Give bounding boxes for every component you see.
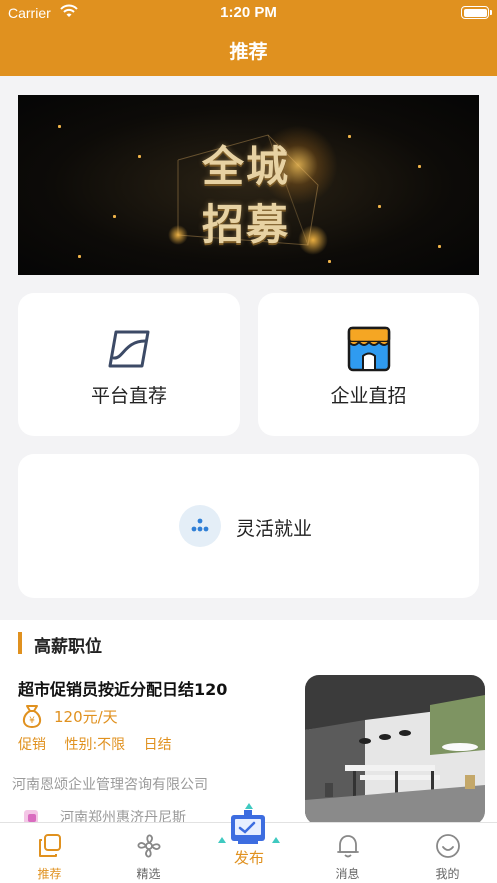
banner-headline-line1: 全城 <box>201 142 290 191</box>
job-tag: 性别:不限 <box>64 737 126 753</box>
flower-icon <box>137 834 161 858</box>
flexible-employment-card[interactable]: 灵活就业 <box>18 454 479 598</box>
section-title: 高薪职位 <box>34 637 102 657</box>
svg-text:¥: ¥ <box>29 716 35 726</box>
enterprise-direct-label: 企业直招 <box>330 385 407 407</box>
job-address: 河南郑州惠济丹尼斯 <box>60 810 186 822</box>
tab-recommend[interactable]: 推荐 <box>0 823 99 883</box>
tab-messages[interactable]: 消息 <box>298 823 397 883</box>
job-tags: 促销 性别:不限 日结 <box>18 734 186 754</box>
recruit-banner[interactable]: 全城 招募 <box>18 95 479 275</box>
smile-icon <box>436 834 460 858</box>
section-accent-bar <box>18 632 22 654</box>
company-name: 河南恩颂企业管理咨询有限公司 <box>12 777 208 793</box>
bell-icon <box>337 835 359 858</box>
tab-label: 推荐 <box>37 867 62 881</box>
platform-recommend-label: 平台直荐 <box>90 385 167 407</box>
job-photo <box>305 675 485 822</box>
tab-label: 我的 <box>435 867 460 881</box>
job-tag: 日结 <box>143 737 172 753</box>
clock-time: 1:20 PM <box>220 4 277 21</box>
tab-label: 消息 <box>335 867 360 881</box>
flexible-employment-icon <box>179 505 221 547</box>
recommend-icon <box>39 834 61 857</box>
money-bag-icon: ¥ <box>22 705 42 728</box>
enterprise-direct-card[interactable]: 企业直招 <box>258 293 479 436</box>
tab-bar: 推荐 精选 发布 消息 我的 <box>0 803 497 883</box>
platform-recommend-icon <box>108 330 150 368</box>
tab-label: 精选 <box>136 867 161 881</box>
battery-icon <box>461 6 492 19</box>
company-logo-icon <box>24 810 38 822</box>
page-title: 推荐 <box>229 41 268 63</box>
job-tag: 促销 <box>18 737 46 753</box>
office-photo-illustration <box>305 675 485 822</box>
banner-headline-line2: 招募 <box>201 200 290 249</box>
flexible-employment-label: 灵活就业 <box>236 518 313 540</box>
nav-bar: 推荐 <box>0 26 497 76</box>
tab-featured[interactable]: 精选 <box>99 823 198 883</box>
publish-button[interactable]: 发布 <box>214 803 284 883</box>
high-pay-section: 高薪职位 超市促销员按近分配日结120 ¥ 120元/天 促销 性别:不限 日结… <box>0 620 497 822</box>
publish-icon <box>218 803 280 844</box>
tab-mine[interactable]: 我的 <box>398 823 497 883</box>
platform-recommend-card[interactable]: 平台直荐 <box>18 293 240 436</box>
main-content[interactable]: 全城 招募 平台直荐 企业直招 灵活就业 高薪职位 超市促销员按近分配日结120… <box>0 76 497 822</box>
status-bar: Carrier 1:20 PM <box>0 0 497 26</box>
publish-label: 发布 <box>233 849 264 867</box>
storefront-icon <box>347 326 391 372</box>
salary-value: 120元/天 <box>54 708 118 726</box>
job-title: 超市促销员按近分配日结120 <box>18 680 228 699</box>
